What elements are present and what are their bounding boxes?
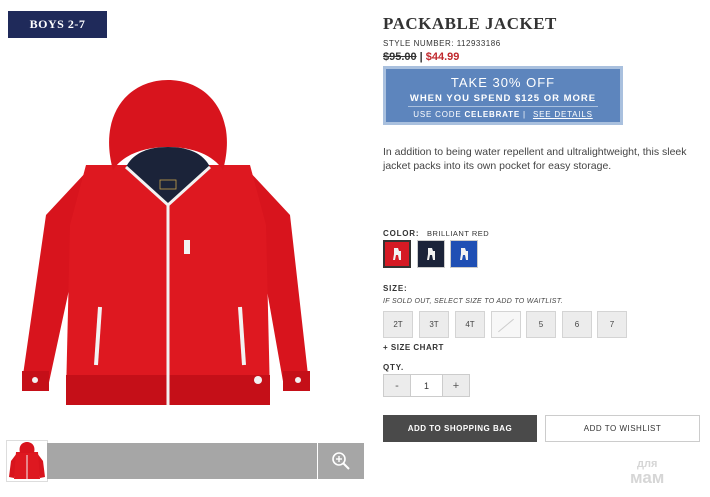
size-chart-link[interactable]: + SIZE CHART bbox=[383, 343, 444, 352]
original-price: $95.00 bbox=[383, 51, 417, 63]
product-description: In addition to being water repellent and… bbox=[383, 146, 687, 172]
promo-divider-line bbox=[408, 106, 598, 107]
selected-color: BRILLIANT RED bbox=[427, 229, 490, 238]
sale-price: $44.99 bbox=[425, 51, 460, 63]
price: $95.00 | $44.99 bbox=[383, 51, 459, 63]
style-number: STYLE NUMBER: 112933186 bbox=[383, 39, 501, 48]
swatch-red[interactable] bbox=[383, 240, 411, 268]
product-image[interactable] bbox=[18, 75, 318, 420]
color-label: COLOR: bbox=[383, 229, 420, 238]
style-number-label: STYLE NUMBER: bbox=[383, 39, 454, 48]
qty-increment-button[interactable]: + bbox=[443, 375, 469, 396]
size-option-3t[interactable]: 3T bbox=[419, 311, 449, 338]
promo-code-line: USE CODE CELEBRATE | SEE DETAILS bbox=[386, 110, 620, 119]
quantity-stepper: - 1 + bbox=[383, 374, 470, 397]
jacket-illustration bbox=[22, 80, 310, 405]
size-label: SIZE: bbox=[383, 284, 408, 293]
category-badge: BOYS 2-7 bbox=[8, 11, 107, 38]
magnifier-plus-icon bbox=[332, 452, 350, 470]
polo-pony-icon bbox=[393, 248, 401, 260]
size-option-7[interactable]: 7 bbox=[597, 311, 627, 338]
promo-divider: | bbox=[523, 110, 526, 119]
size-option-5[interactable]: 5 bbox=[526, 311, 556, 338]
product-title: PACKABLE JACKET bbox=[383, 14, 557, 33]
watermark-line-2: мам bbox=[630, 468, 665, 487]
promo-banner: TAKE 30% OFF WHEN YOU SPEND $125 OR MORE… bbox=[383, 66, 623, 125]
swatch-navy[interactable] bbox=[417, 240, 445, 268]
qty-decrement-button[interactable]: - bbox=[384, 375, 410, 396]
thumbnail-red-jacket[interactable] bbox=[6, 440, 48, 482]
see-details-link[interactable]: SEE DETAILS bbox=[533, 110, 593, 119]
zoom-button[interactable] bbox=[318, 443, 364, 479]
watermark-logo: для мам bbox=[630, 458, 665, 487]
qty-input[interactable]: 1 bbox=[410, 375, 443, 396]
price-separator: | bbox=[419, 51, 423, 63]
style-number-value: 112933186 bbox=[456, 39, 501, 48]
jacket-thumbnail-icon bbox=[9, 442, 45, 479]
promo-code-prefix: USE CODE bbox=[413, 110, 462, 119]
size-option-sold-out[interactable] bbox=[491, 311, 521, 338]
swatch-blue[interactable] bbox=[450, 240, 478, 268]
promo-headline: TAKE 30% OFF bbox=[450, 75, 556, 90]
polo-pony-icon bbox=[427, 248, 435, 260]
add-to-wishlist-button[interactable]: ADD TO WISHLIST bbox=[545, 415, 700, 442]
add-to-bag-button[interactable]: ADD TO SHOPPING BAG bbox=[383, 415, 537, 442]
size-option-2t[interactable]: 2T bbox=[383, 311, 413, 338]
promo-subline: WHEN YOU SPEND $125 OR MORE bbox=[409, 93, 597, 104]
thumbnail-strip bbox=[47, 443, 317, 479]
qty-label: QTY. bbox=[383, 363, 404, 372]
polo-pony-icon bbox=[460, 248, 468, 260]
size-option-4t[interactable]: 4T bbox=[455, 311, 485, 338]
size-waitlist-note: IF SOLD OUT, SELECT SIZE TO ADD TO WAITL… bbox=[383, 298, 563, 305]
size-option-6[interactable]: 6 bbox=[562, 311, 592, 338]
promo-code: CELEBRATE bbox=[464, 110, 520, 119]
